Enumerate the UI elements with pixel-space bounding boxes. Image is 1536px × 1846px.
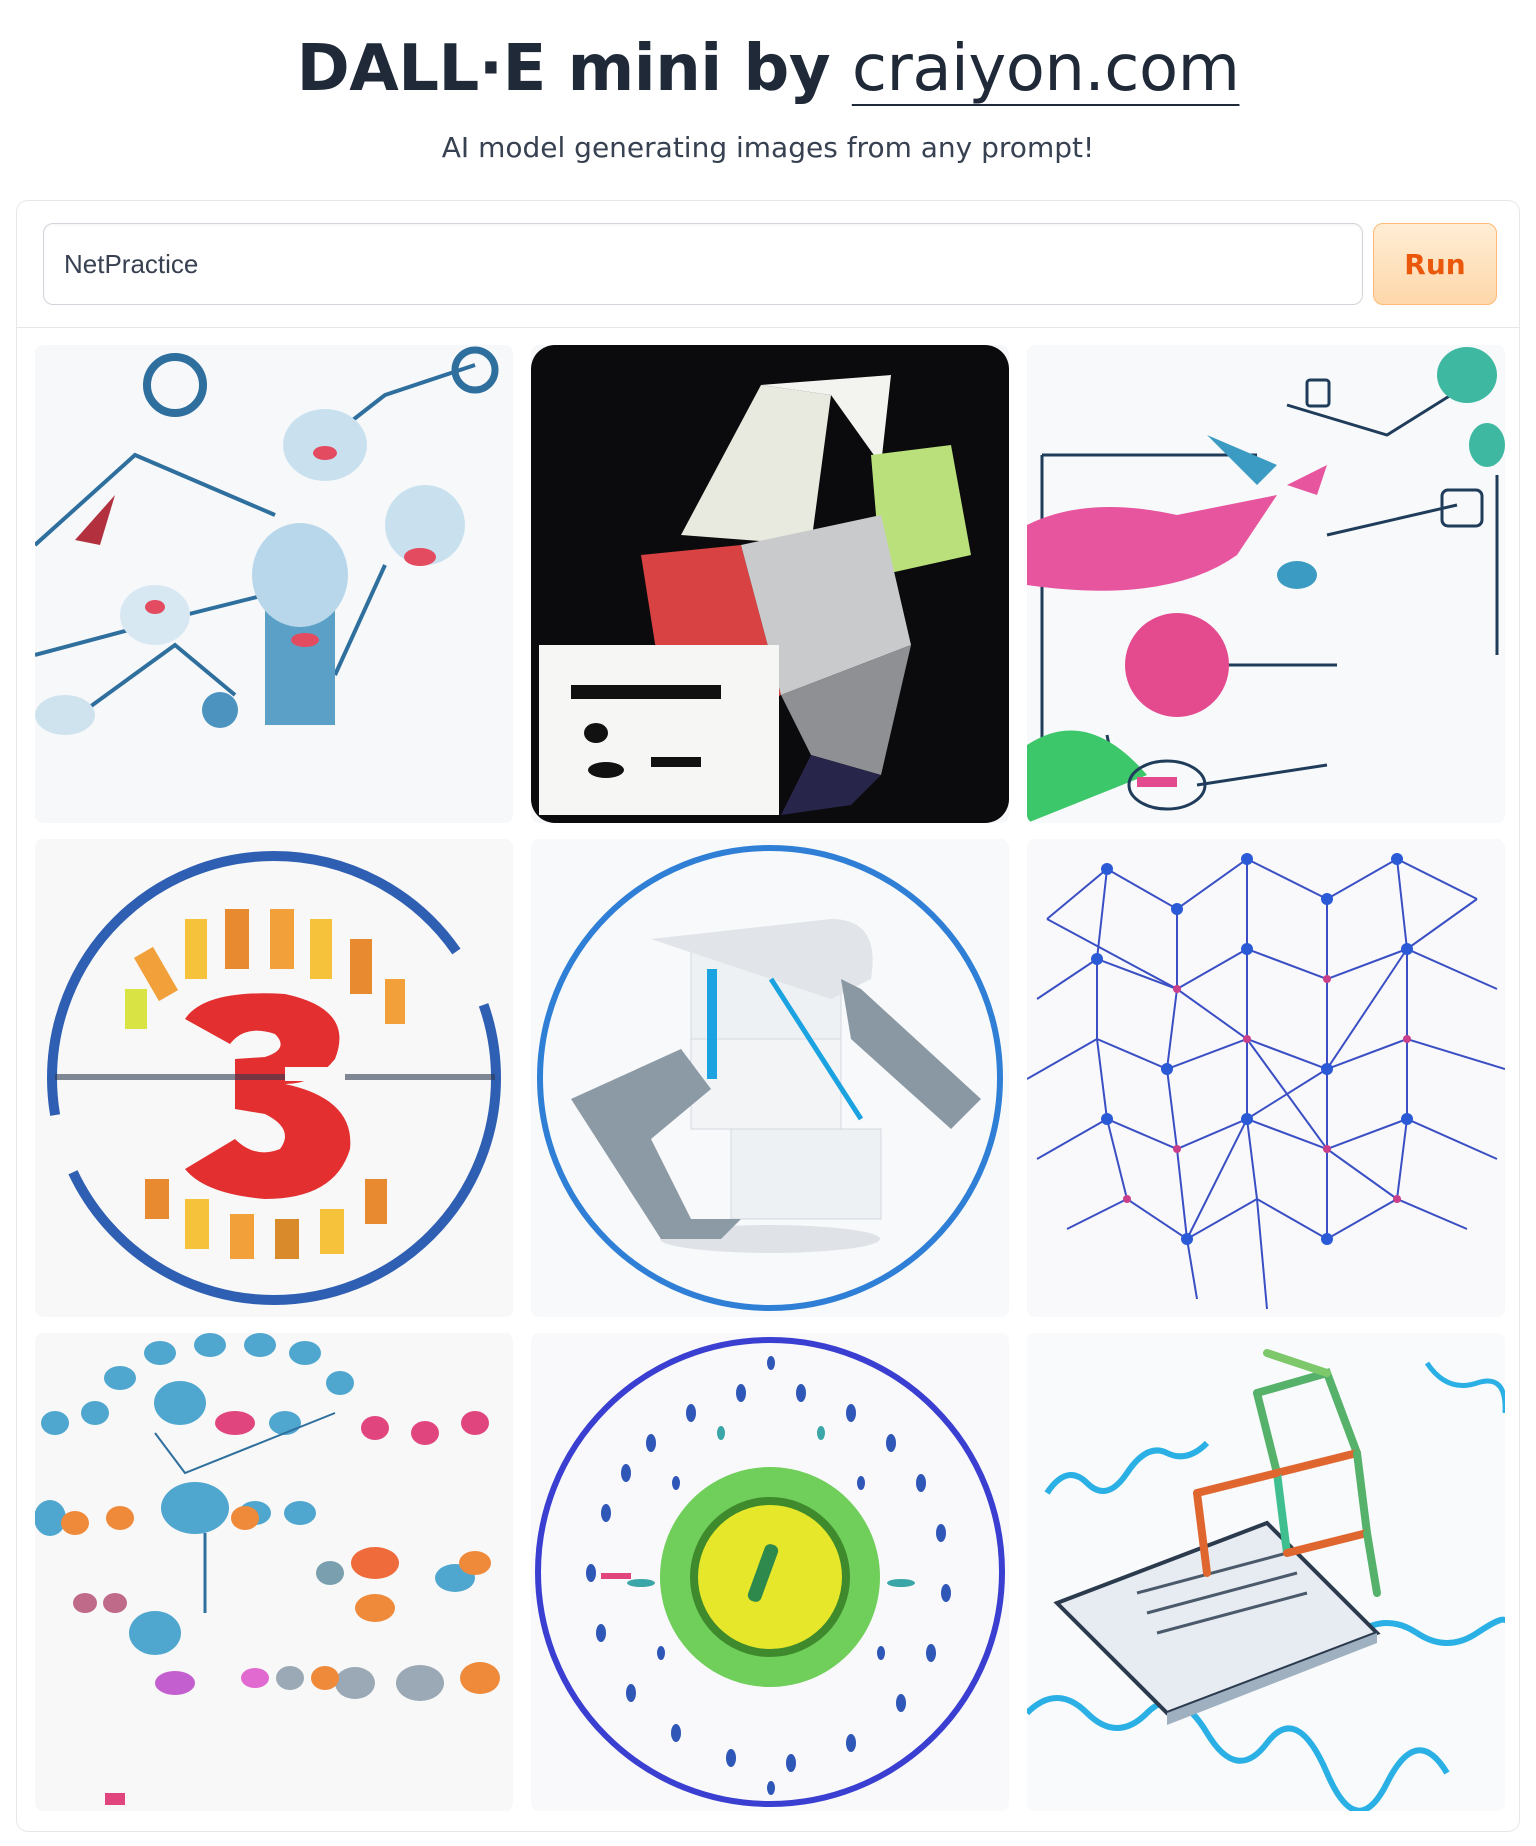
laptop-wire-cube-image <box>1027 1333 1505 1811</box>
run-button[interactable]: Run <box>1373 223 1497 305</box>
page-title: DALL·E mini by craiyon.com <box>0 24 1536 114</box>
generator-panel: Run <box>16 200 1520 1832</box>
result-image-8[interactable] <box>531 1333 1009 1811</box>
cube-stack-image <box>531 839 1009 1317</box>
green-badge-image <box>531 1333 1009 1811</box>
results-grid <box>35 345 1505 1811</box>
result-image-4[interactable] <box>35 839 513 1317</box>
prompt-input[interactable] <box>43 223 1363 305</box>
abstract-diagram-image <box>1027 345 1505 823</box>
title-prefix: DALL·E mini by <box>296 32 831 106</box>
result-image-5[interactable] <box>531 839 1009 1317</box>
result-image-9[interactable] <box>1027 1333 1505 1811</box>
result-image-3[interactable] <box>1027 345 1505 823</box>
folded-cubes-image <box>531 345 1009 823</box>
result-image-2[interactable] <box>531 345 1009 823</box>
mesh-sphere-image <box>1027 839 1505 1317</box>
result-image-1[interactable] <box>35 345 513 823</box>
number-three-ring-image <box>35 839 513 1317</box>
network-nodes-image <box>35 345 513 823</box>
page-subtitle: AI model generating images from any prom… <box>441 131 1095 164</box>
header: DALL·E mini by craiyon.com AI model gene… <box>0 0 1536 190</box>
craiyon-link[interactable]: craiyon.com <box>852 32 1240 106</box>
prompt-bar: Run <box>17 201 1519 328</box>
result-image-7[interactable] <box>35 1333 513 1811</box>
dot-chain-image <box>35 1333 513 1811</box>
result-image-6[interactable] <box>1027 839 1505 1317</box>
